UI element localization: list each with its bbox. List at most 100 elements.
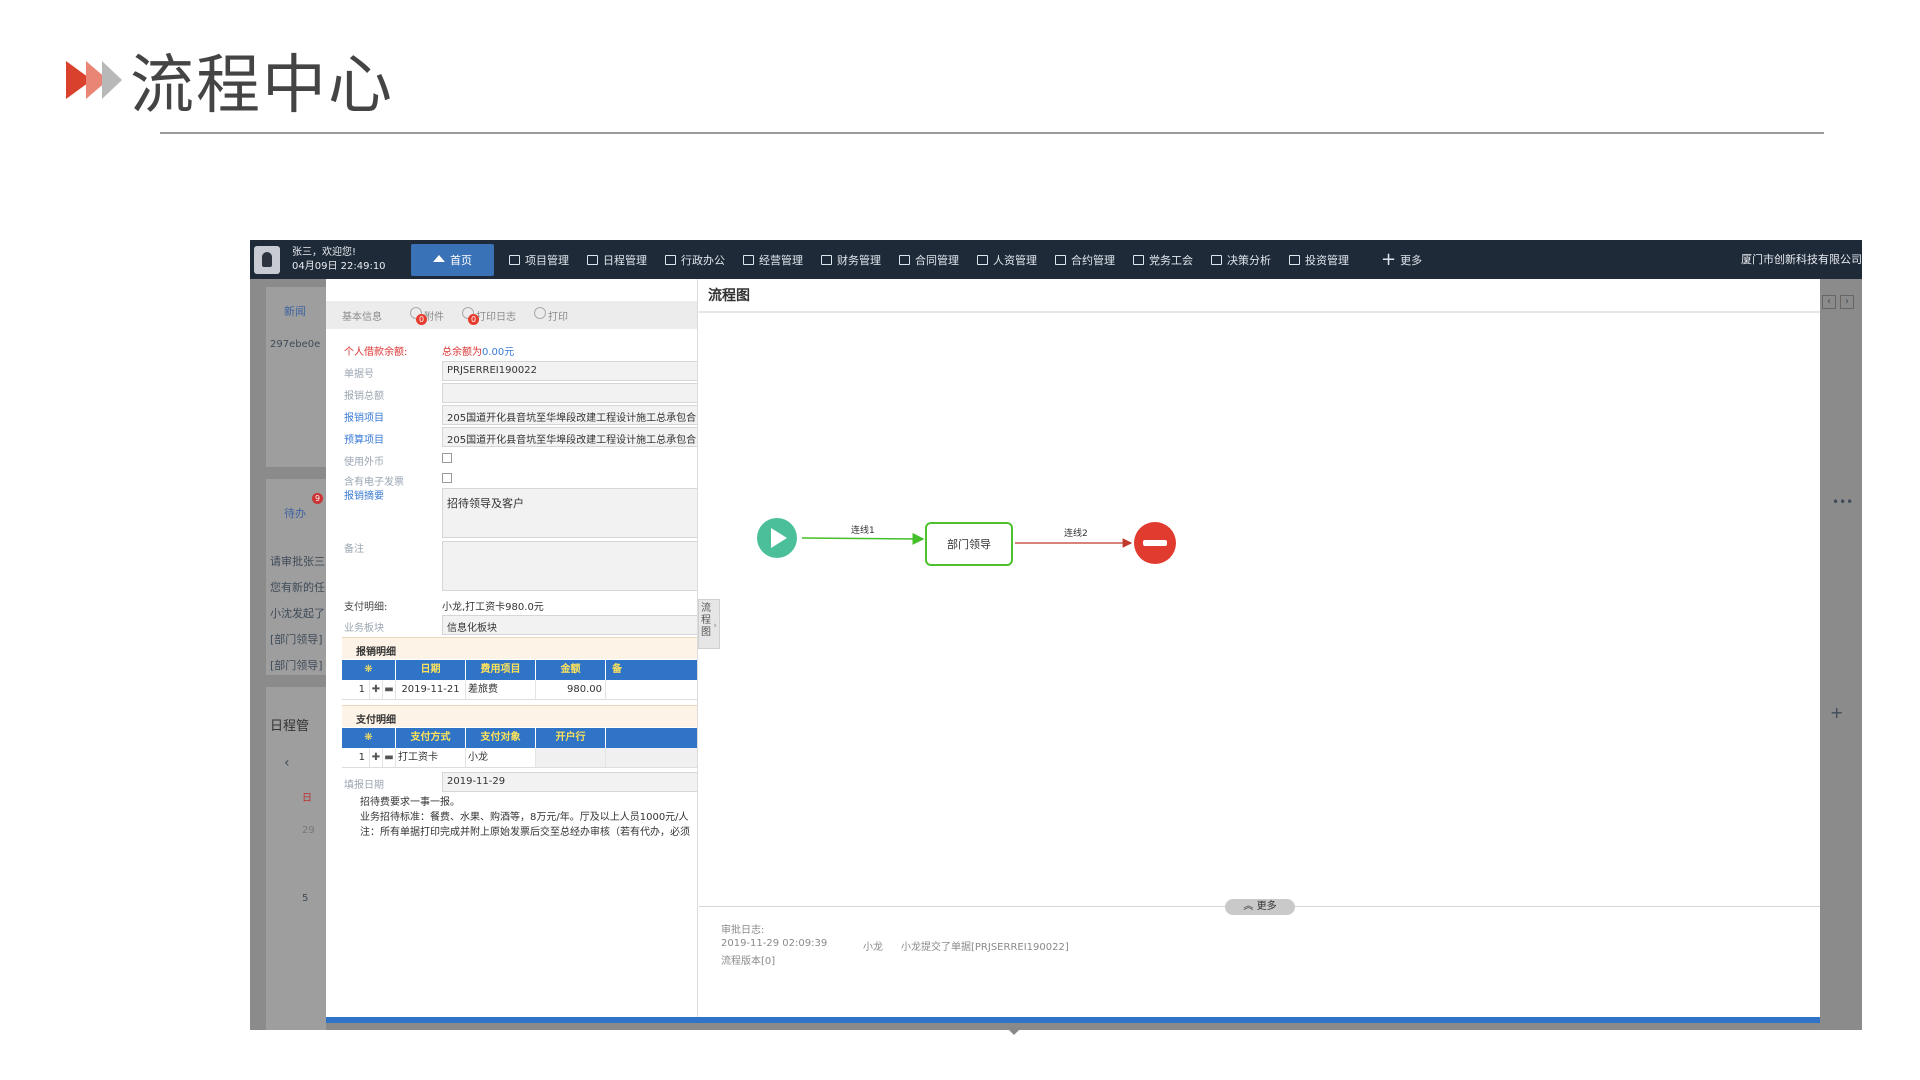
end-node-icon[interactable] <box>1134 522 1176 564</box>
home-icon <box>433 254 445 262</box>
news-tab[interactable]: 新闻 <box>284 303 306 319</box>
approval-log: ︽ 更多 审批日志: 2019-11-29 02:09:39 小龙 小龙提交了单… <box>699 899 1820 1017</box>
remove-row-icon[interactable]: ▬ <box>383 680 396 699</box>
slide-header: 流程中心 <box>66 40 394 123</box>
total-row: 报销总额 <box>326 382 697 404</box>
nav-party[interactable]: 党务工会 <box>1124 240 1202 279</box>
next-arrow-icon[interactable]: › <box>1840 295 1854 309</box>
chevrons-icon <box>66 61 122 99</box>
expense-table-header: ❋ 日期 费用项目 金额 备 <box>342 660 697 680</box>
todo-item[interactable]: 您有新的任 <box>270 579 325 595</box>
tab-basic-info[interactable]: 基本信息 <box>342 308 382 323</box>
log-title: 审批日志: <box>721 925 765 936</box>
chart-icon <box>743 254 754 265</box>
add-row-icon[interactable]: ✚ <box>370 748 383 767</box>
calendar-day[interactable]: 5 <box>302 893 308 904</box>
prev-arrow-icon[interactable]: ‹ <box>1822 295 1836 309</box>
doc-icon <box>1133 254 1144 265</box>
foreign-currency-row: 使用外币 <box>326 448 697 470</box>
caret-down-icon <box>1006 1027 1022 1035</box>
tab-attachment[interactable]: 0 附件 <box>410 306 444 325</box>
log-version: 流程版本[0] <box>721 956 776 967</box>
nav-schedule[interactable]: 日程管理 <box>578 240 656 279</box>
contract-icon <box>899 254 910 265</box>
pay-section-title: 支付明细 <box>342 705 697 727</box>
calendar-icon <box>587 254 598 265</box>
project-field[interactable]: 205国道开化县音坑至华埠段改建工程设计施工总承包合 <box>442 405 697 425</box>
slide-title: 流程中心 <box>130 49 394 123</box>
avatar[interactable] <box>254 245 280 274</box>
edge-1[interactable] <box>801 532 925 545</box>
company-name: 厦门市创新科技有限公司 <box>1741 253 1862 266</box>
nav-office[interactable]: 行政办公 <box>656 240 734 279</box>
pay-table: ❋ 支付方式 支付对象 开户行 1 ✚ ▬ 打工资卡 小龙 <box>342 728 697 768</box>
nav-invest[interactable]: 投资管理 <box>1280 240 1358 279</box>
todo-item[interactable]: [部门领导] <box>270 631 323 647</box>
title-divider <box>160 132 1824 134</box>
summary-textarea[interactable]: 招待领导及客户 <box>442 488 697 538</box>
calendar-prev-icon[interactable]: ‹ <box>284 755 290 771</box>
flowchart-title: 流程图 <box>699 279 1820 313</box>
app-screenshot: 张三，欢迎您! 04月09日 22:49:10 首页 项目管理 日程管理 行政办… <box>250 240 1862 1030</box>
attachment-badge: 0 <box>416 313 427 325</box>
payment-row: 支付明细: 小龙,打工资卡980.0元 <box>326 593 697 615</box>
edge-2-label: 连线2 <box>1064 527 1088 539</box>
segment-row: 业务板块 信息化板块 <box>326 614 697 636</box>
todo-tab[interactable]: 待办 <box>284 505 306 521</box>
settings-icon[interactable]: ❋ <box>342 660 396 680</box>
log-user: 小龙 <box>863 942 883 953</box>
log-action: 小龙提交了单据[PRJSERREI190022] <box>901 942 1069 953</box>
nav-home[interactable]: 首页 <box>411 243 494 276</box>
budget-field[interactable]: 205国道开化县音坑至华埠段改建工程设计施工总承包合 <box>442 427 697 447</box>
table-row: 1 ✚ ▬ 2019-11-21 差旅费 980.00 <box>342 680 697 700</box>
flowchart-panel: 流程图 连线1 部门领导 连线2 ︽ 更多 审批日志: 2019-11-29 0… <box>699 279 1820 1017</box>
flowchart-canvas: 连线1 部门领导 连线2 <box>757 518 1176 566</box>
log-time: 2019-11-29 02:09:39 <box>721 938 828 949</box>
project-row: 报销项目 205国道开化县音坑至华埠段改建工程设计施工总承包合 <box>326 404 697 426</box>
nav-finance[interactable]: 财务管理 <box>812 240 890 279</box>
todo-item[interactable]: 请审批张三 <box>270 553 325 569</box>
fill-date-field[interactable]: 2019-11-29 <box>442 772 697 792</box>
doc-no-row: 单据号 PRJSERREI190022 <box>326 360 697 382</box>
more-dots-icon[interactable]: ••• <box>1832 495 1853 509</box>
add-icon[interactable]: + <box>1830 703 1843 722</box>
plus-icon: + <box>1381 248 1397 270</box>
nav-agreement[interactable]: 合约管理 <box>1046 240 1124 279</box>
total-field[interactable] <box>442 383 697 403</box>
nav-operation[interactable]: 经营管理 <box>734 240 812 279</box>
nav-contract[interactable]: 合同管理 <box>890 240 968 279</box>
user-panel[interactable]: 张三，欢迎您! 04月09日 22:49:10 <box>250 245 405 274</box>
print-log-badge: 0 <box>468 313 479 325</box>
people-icon <box>977 254 988 265</box>
schedule-title: 日程管 <box>270 719 310 734</box>
todo-item[interactable]: 小沈发起了 <box>270 605 325 621</box>
task-node[interactable]: 部门领导 <box>925 522 1013 566</box>
todo-item[interactable]: [部门领导] <box>270 657 323 673</box>
form-tabs: 基本信息 0 附件 0 打印日志 打印 <box>326 301 697 329</box>
print-icon <box>534 306 546 319</box>
more-button[interactable]: ︽ 更多 <box>1225 899 1295 915</box>
tab-print-log[interactable]: 0 打印日志 <box>462 306 516 325</box>
pay-table-header: ❋ 支付方式 支付对象 开户行 <box>342 728 697 748</box>
nav-project[interactable]: 项目管理 <box>500 240 578 279</box>
dialog-bottom-bar <box>326 1017 1820 1023</box>
nav-hr[interactable]: 人资管理 <box>968 240 1046 279</box>
settings-icon[interactable]: ❋ <box>342 728 396 748</box>
background-portal: 新闻 297ebe0e 待办 9 请审批张三 您有新的任 小沈发起了 [部门领导… <box>250 279 326 1030</box>
remove-row-icon[interactable]: ▬ <box>383 748 396 767</box>
doc-no-field[interactable]: PRJSERREI190022 <box>442 361 697 381</box>
analysis-icon <box>1211 254 1222 265</box>
start-node-icon[interactable] <box>757 518 797 558</box>
balance-row: 个人借款余额: 总余额为0.00元 <box>344 347 515 358</box>
remark-textarea[interactable] <box>442 541 697 591</box>
workflow-dialog: 基本信息 0 附件 0 打印日志 打印 个人借款余额: 总余额为0.00元 单据号 … <box>326 279 1820 1017</box>
tab-print[interactable]: 打印 <box>534 306 568 323</box>
note-line: 业务招待标准：餐费、水果、购酒等，8万元/年。厅及以上人员1000元/人 <box>360 812 689 823</box>
nav-more[interactable]: + 更多 <box>1372 240 1431 279</box>
add-row-icon[interactable]: ✚ <box>370 680 383 699</box>
foreign-currency-checkbox[interactable] <box>442 453 452 463</box>
segment-field[interactable]: 信息化板块 <box>442 615 697 635</box>
nav-analysis[interactable]: 决策分析 <box>1202 240 1280 279</box>
calendar-day[interactable]: 29 <box>302 825 315 836</box>
note-line: 招待费要求一事一报。 <box>360 797 460 808</box>
